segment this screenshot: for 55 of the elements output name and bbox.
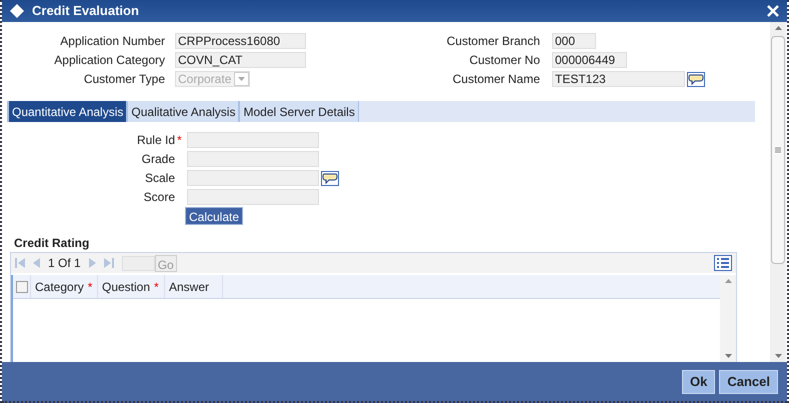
field-label: Application Number <box>59 33 166 50</box>
calculate-button[interactable]: Calculate <box>185 207 244 225</box>
tab[interactable]: Quantitative Analysis <box>7 101 128 122</box>
column-header[interactable]: Answer <box>169 278 210 296</box>
column-header[interactable]: Category <box>35 278 84 296</box>
text-field[interactable]: TEST123 <box>552 71 685 87</box>
field-label: Scale <box>144 170 175 187</box>
window-scrollbar[interactable] <box>770 22 786 362</box>
speech-bubble-icon[interactable] <box>321 170 339 186</box>
list-view-icon[interactable] <box>714 255 732 271</box>
select-all-checkbox[interactable] <box>16 280 28 292</box>
text-field[interactable]: 000006449 <box>552 52 627 68</box>
page-number-field[interactable] <box>122 256 155 270</box>
customer-type-dropdown: Corporate <box>175 71 250 87</box>
scroll-up-icon[interactable] <box>774 26 782 30</box>
text-field[interactable] <box>187 189 319 205</box>
field-label: Customer Name <box>452 71 541 88</box>
text-field[interactable]: CRPProcess16080 <box>175 33 306 49</box>
next-page-icon[interactable] <box>88 258 96 268</box>
required-mark: * <box>154 278 159 296</box>
window-title: Credit Evaluation <box>32 2 139 20</box>
cancel-button[interactable]: Cancel <box>719 370 778 394</box>
scroll-up-icon[interactable] <box>724 279 732 283</box>
first-page-icon[interactable] <box>15 258 25 268</box>
table-scrollbar[interactable] <box>720 275 736 362</box>
previous-page-icon[interactable] <box>33 258 40 268</box>
field-label: Customer Type <box>82 71 166 88</box>
scroll-down-icon[interactable] <box>774 354 782 358</box>
field-label: Grade <box>142 151 175 168</box>
ok-button[interactable]: Ok <box>682 370 716 394</box>
text-field[interactable] <box>187 170 319 186</box>
diamond-icon <box>10 4 24 18</box>
text-field[interactable] <box>187 151 319 167</box>
field-label: Customer Branch <box>446 33 541 50</box>
tab[interactable]: Qualitative Analysis <box>127 101 240 122</box>
scroll-thumb[interactable] <box>771 36 785 264</box>
grip-icon <box>775 147 781 153</box>
text-field[interactable] <box>187 132 319 148</box>
field-label: Rule Id <box>136 132 175 149</box>
tab[interactable]: Model Server Details <box>239 101 359 122</box>
text-field[interactable]: COVN_CAT <box>175 52 306 68</box>
speech-bubble-icon[interactable] <box>687 72 705 86</box>
required-mark: * <box>88 278 92 296</box>
section-title: Credit Rating <box>13 235 90 252</box>
field-label: Customer No <box>468 52 541 69</box>
field-label: Score <box>144 189 175 206</box>
field-label: Application Category <box>53 52 166 69</box>
column-header[interactable]: Question <box>102 278 150 296</box>
required-mark: * <box>176 132 183 149</box>
close-icon[interactable] <box>767 5 779 17</box>
dropdown-arrow-icon <box>238 77 245 81</box>
page-indicator: 1 Of 1 <box>48 255 81 272</box>
scroll-down-icon[interactable] <box>724 354 732 358</box>
last-page-icon[interactable] <box>104 258 114 268</box>
text-field[interactable]: 000 <box>552 33 596 49</box>
